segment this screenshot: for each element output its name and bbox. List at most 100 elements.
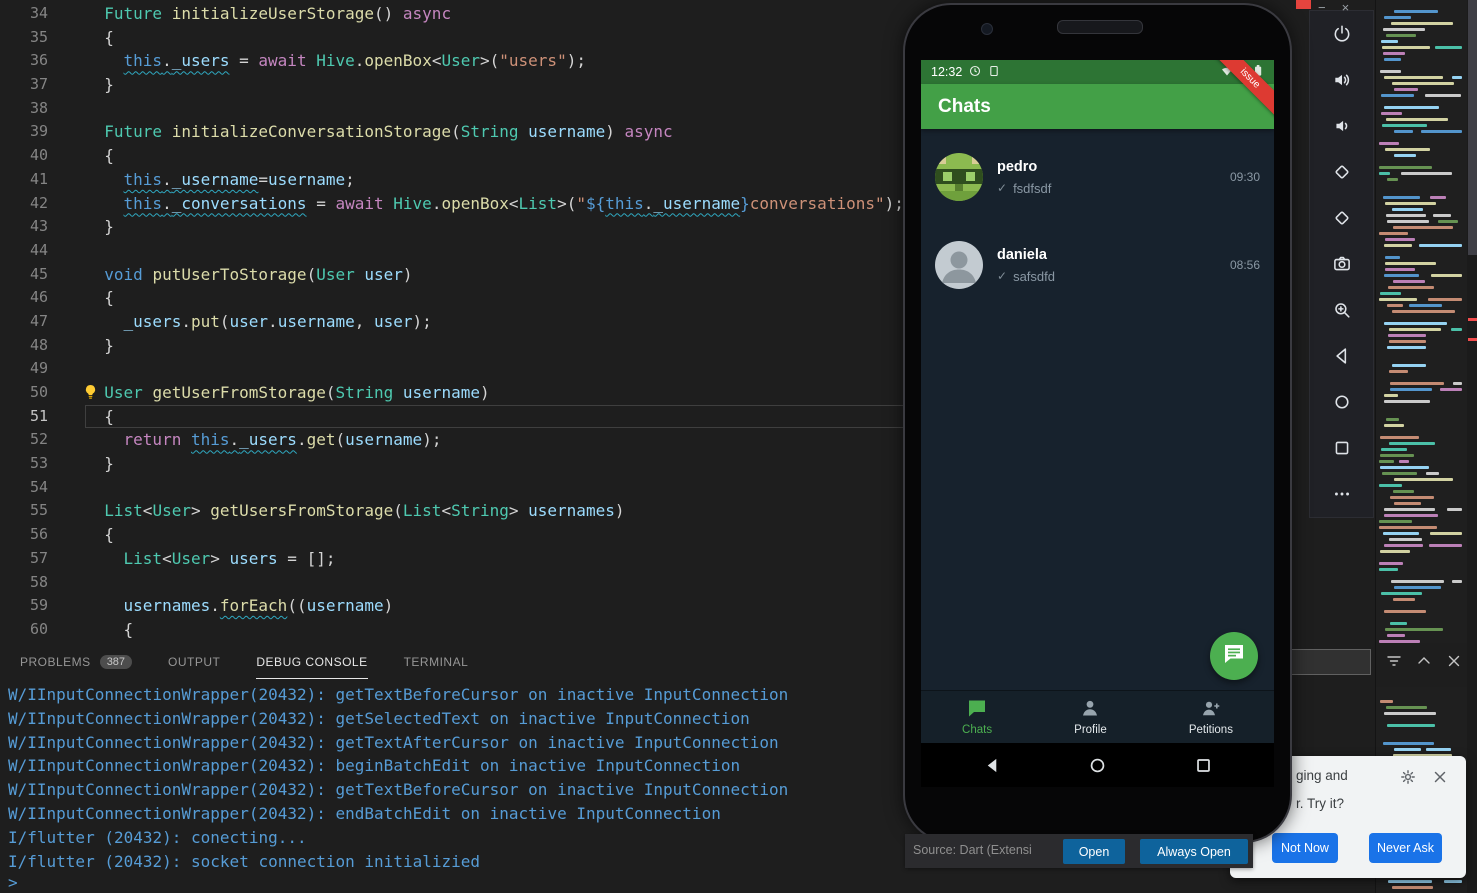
- code-token: <: [162, 548, 172, 568]
- console-line[interactable]: W/IInputConnectionWrapper(20432): getTex…: [8, 683, 788, 707]
- line-number[interactable]: 35: [0, 26, 48, 50]
- tab-problems[interactable]: PROBLEMS 387: [20, 645, 133, 679]
- line-number[interactable]: 50: [0, 381, 48, 405]
- console-line[interactable]: I/flutter (20432): socket connection ini…: [8, 850, 788, 874]
- minimap-line: [1389, 370, 1408, 373]
- filter-icon[interactable]: [1385, 652, 1403, 670]
- tab-terminal[interactable]: TERMINAL: [404, 645, 469, 679]
- line-number[interactable]: 47: [0, 310, 48, 334]
- screen: 34 35 36 37 38 39 40 41 42 43 44 45 46 47 48 49 50 51 52 53…: [0, 0, 1477, 893]
- line-number[interactable]: 49: [0, 357, 48, 381]
- minimap-line: [1452, 76, 1462, 79]
- home-icon[interactable]: [1332, 392, 1352, 412]
- console-line[interactable]: W/IInputConnectionWrapper(20432): getTex…: [8, 731, 788, 755]
- not-now-button[interactable]: Not Now: [1272, 833, 1338, 863]
- line-number[interactable]: 43: [0, 215, 48, 239]
- open-button[interactable]: Open: [1063, 839, 1125, 864]
- line-number[interactable]: 53: [0, 452, 48, 476]
- line-number[interactable]: 34: [0, 2, 48, 26]
- volume-up-icon[interactable]: [1332, 70, 1352, 90]
- tab-problems-label: PROBLEMS: [20, 654, 91, 669]
- new-chat-fab[interactable]: [1210, 632, 1258, 680]
- minimap-line: [1391, 22, 1453, 25]
- minimap-line: [1384, 244, 1412, 247]
- minimap-line: [1385, 202, 1436, 205]
- line-number[interactable]: 51: [0, 405, 48, 429]
- line-number[interactable]: 56: [0, 523, 48, 547]
- line-number[interactable]: 52: [0, 428, 48, 452]
- debug-console-output[interactable]: W/IInputConnectionWrapper(20432): getTex…: [8, 683, 788, 873]
- android-home-button[interactable]: [1089, 756, 1107, 774]
- code-token: }: [85, 335, 114, 355]
- nav-chats[interactable]: Chats: [962, 698, 992, 736]
- line-number[interactable]: 54: [0, 476, 48, 500]
- console-line[interactable]: W/IInputConnectionWrapper(20432): endBat…: [8, 802, 788, 826]
- code-token: .: [162, 193, 172, 213]
- line-number[interactable]: 38: [0, 97, 48, 121]
- minimap-line: [1394, 88, 1418, 91]
- line-number[interactable]: 60: [0, 618, 48, 642]
- tab-debug-console[interactable]: DEBUG CONSOLE: [256, 645, 368, 679]
- rotate-left-icon[interactable]: [1332, 162, 1352, 182]
- line-number[interactable]: 59: [0, 594, 48, 618]
- emulator-phone[interactable]: 12:32 issue Chats pedro ✓ fsdfsdf 09:30 …: [903, 3, 1292, 843]
- line-number[interactable]: 48: [0, 334, 48, 358]
- close-button[interactable]: ×: [1342, 0, 1350, 15]
- console-line[interactable]: W/IInputConnectionWrapper(20432): getTex…: [8, 778, 788, 802]
- chat-list-item[interactable]: pedro ✓ fsdfsdf 09:30: [921, 133, 1274, 221]
- tab-output[interactable]: OUTPUT: [168, 645, 220, 679]
- line-number[interactable]: 55: [0, 499, 48, 523]
- console-line[interactable]: W/IInputConnectionWrapper(20432): beginB…: [8, 754, 788, 778]
- nav-petitions[interactable]: Petitions: [1189, 698, 1233, 736]
- volume-down-icon[interactable]: [1332, 116, 1352, 136]
- line-number[interactable]: 45: [0, 263, 48, 287]
- line-number[interactable]: 37: [0, 73, 48, 97]
- never-ask-button[interactable]: Never Ask: [1369, 833, 1442, 863]
- code-token: await: [335, 193, 384, 213]
- red-indicator: [1296, 0, 1311, 9]
- console-line[interactable]: I/flutter (20432): conecting...: [8, 826, 788, 850]
- code-token: ,: [354, 311, 375, 331]
- line-number[interactable]: 39: [0, 120, 48, 144]
- avatar: [935, 241, 983, 289]
- back-icon[interactable]: [1332, 346, 1352, 366]
- overview-icon[interactable]: [1332, 438, 1352, 458]
- close-icon[interactable]: [1432, 769, 1448, 785]
- console-prompt[interactable]: >: [8, 873, 18, 892]
- line-number[interactable]: 44: [0, 239, 48, 263]
- android-recents-button[interactable]: [1194, 756, 1212, 774]
- more-icon[interactable]: [1332, 484, 1352, 504]
- android-nav-bar: [921, 743, 1274, 787]
- always-open-button[interactable]: Always Open: [1140, 839, 1248, 864]
- line-number[interactable]: 41: [0, 168, 48, 192]
- line-number[interactable]: 58: [0, 571, 48, 595]
- minimap-line: [1384, 400, 1430, 403]
- minimize-button[interactable]: −: [1318, 0, 1326, 15]
- scrollbar[interactable]: [1467, 0, 1477, 893]
- line-number[interactable]: 40: [0, 144, 48, 168]
- screenshot-icon[interactable]: [1332, 254, 1352, 274]
- maximize-panel-icon[interactable]: [1415, 652, 1433, 670]
- scrollbar-thumb[interactable]: [1468, 0, 1477, 255]
- power-icon[interactable]: [1332, 24, 1352, 44]
- line-number[interactable]: 42: [0, 192, 48, 216]
- code-token: List: [123, 548, 163, 568]
- android-back-button[interactable]: [983, 756, 1001, 774]
- chat-list-item[interactable]: daniela ✓ safsdfd 08:56: [921, 221, 1274, 309]
- line-number[interactable]: 36: [0, 49, 48, 73]
- close-panel-icon[interactable]: [1445, 652, 1463, 670]
- gear-icon[interactable]: [1400, 769, 1416, 785]
- line-number[interactable]: 57: [0, 547, 48, 571]
- code-token: username: [277, 311, 355, 331]
- minimap-line: [1379, 568, 1398, 571]
- minimap-line: [1389, 442, 1435, 445]
- code-line[interactable]: {: [85, 405, 911, 429]
- line-number[interactable]: 46: [0, 286, 48, 310]
- console-line[interactable]: W/IInputConnectionWrapper(20432): getSel…: [8, 707, 788, 731]
- zoom-in-icon[interactable]: [1332, 300, 1352, 320]
- rotate-right-icon[interactable]: [1332, 208, 1352, 228]
- code-token: putUserToStorage: [152, 264, 307, 284]
- nav-profile[interactable]: Profile: [1074, 698, 1107, 736]
- minimap-line: [1426, 472, 1439, 475]
